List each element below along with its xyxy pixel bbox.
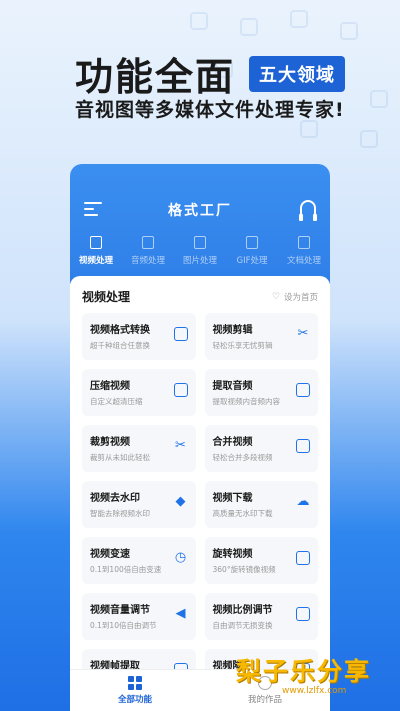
feature-card[interactable]: 视频格式转换 超千种组合任意换: [82, 313, 196, 360]
crop-icon: ✂: [175, 438, 186, 453]
feature-card[interactable]: 视频去水印 智能去除视频水印 ◆: [82, 481, 196, 528]
audio-tab-icon: [142, 236, 154, 249]
tab-gif[interactable]: GIF处理: [226, 236, 278, 266]
hero-badge: 五大领域: [249, 55, 346, 92]
feature-card[interactable]: 旋转视频 360°旋转镜像视频: [204, 537, 318, 584]
cloud-download-icon: ☁: [296, 494, 310, 509]
eraser-icon: ◆: [175, 494, 186, 509]
feature-card[interactable]: 视频变速 0.1到100倍自由变速 ◷: [82, 537, 196, 584]
compress-icon: [173, 383, 188, 397]
video-convert-icon: [173, 327, 188, 341]
set-home-button[interactable]: ♡ 设为首页: [272, 291, 318, 303]
phone-screen: 格式工厂 视频处理 音频处理 图片处理 GIF处理 文档处理 视频处理 ♡ 设为…: [70, 164, 330, 711]
feature-card[interactable]: 提取音频 提取视频内音频内容: [204, 369, 318, 416]
feature-card[interactable]: 压缩视频 自定义超清压缩: [82, 369, 196, 416]
nav-all-features[interactable]: 全部功能: [70, 670, 200, 711]
feature-card[interactable]: 视频下载 高质量无水印下载 ☁: [204, 481, 318, 528]
ratio-icon: [296, 607, 310, 621]
tab-image[interactable]: 图片处理: [174, 236, 226, 266]
watermark-text: 梨子乐分享: [236, 657, 372, 686]
feature-card[interactable]: 视频比例调节 自由调节无损变换: [204, 593, 318, 640]
rotate-icon: [296, 551, 310, 565]
image-tab-icon: [194, 236, 206, 249]
feature-card[interactable]: 视频剪辑 轻松乐享无忧剪辑 ✂: [204, 313, 318, 360]
video-tab-icon: [90, 236, 102, 249]
tab-audio[interactable]: 音频处理: [122, 236, 174, 266]
merge-icon: [296, 439, 310, 453]
gif-tab-icon: [246, 236, 258, 249]
app-title: 格式工厂: [168, 203, 232, 219]
scissors-icon: ✂: [297, 326, 309, 341]
hero-title: 功能全面: [75, 55, 236, 99]
category-tabs: 视频处理 音频处理 图片处理 GIF处理 文档处理: [70, 236, 330, 266]
app-header: 格式工厂 视频处理 音频处理 图片处理 GIF处理 文档处理: [70, 164, 330, 284]
hero-subtitle: 音视图等多媒体文件处理专家!: [75, 99, 345, 121]
grid-icon: [128, 676, 142, 690]
feature-card[interactable]: 合并视频 轻松合并多段视频: [204, 425, 318, 472]
extract-audio-icon: [296, 383, 310, 397]
feature-card[interactable]: 裁剪视频 裁剪从未如此轻松 ✂: [82, 425, 196, 472]
section-title: 视频处理: [82, 290, 131, 304]
section-header: 视频处理 ♡ 设为首页: [70, 276, 330, 313]
headset-icon[interactable]: [299, 200, 317, 221]
heart-icon: ♡: [271, 291, 281, 302]
content-panel: 视频处理 ♡ 设为首页 视频格式转换 超千种组合任意换 视频剪辑 轻松乐享无忧剪辑 ✂…: [70, 276, 330, 711]
volume-icon: ◀: [175, 606, 186, 621]
hero-title-row: 功能全面 五大领域: [75, 46, 346, 101]
feature-grid: 视频格式转换 超千种组合任意换 视频剪辑 轻松乐享无忧剪辑 ✂ 压缩视频 自定义超清压缩…: [70, 313, 330, 696]
watermark: 梨子乐分享 www.lzlfx.com: [236, 652, 371, 696]
document-tab-icon: [298, 236, 310, 249]
speed-icon: ◷: [174, 550, 187, 565]
tab-document[interactable]: 文档处理: [278, 236, 330, 266]
tab-video[interactable]: 视频处理: [70, 236, 122, 266]
feature-card[interactable]: 视频音量调节 0.1到10倍自由调节 ◀: [82, 593, 196, 640]
